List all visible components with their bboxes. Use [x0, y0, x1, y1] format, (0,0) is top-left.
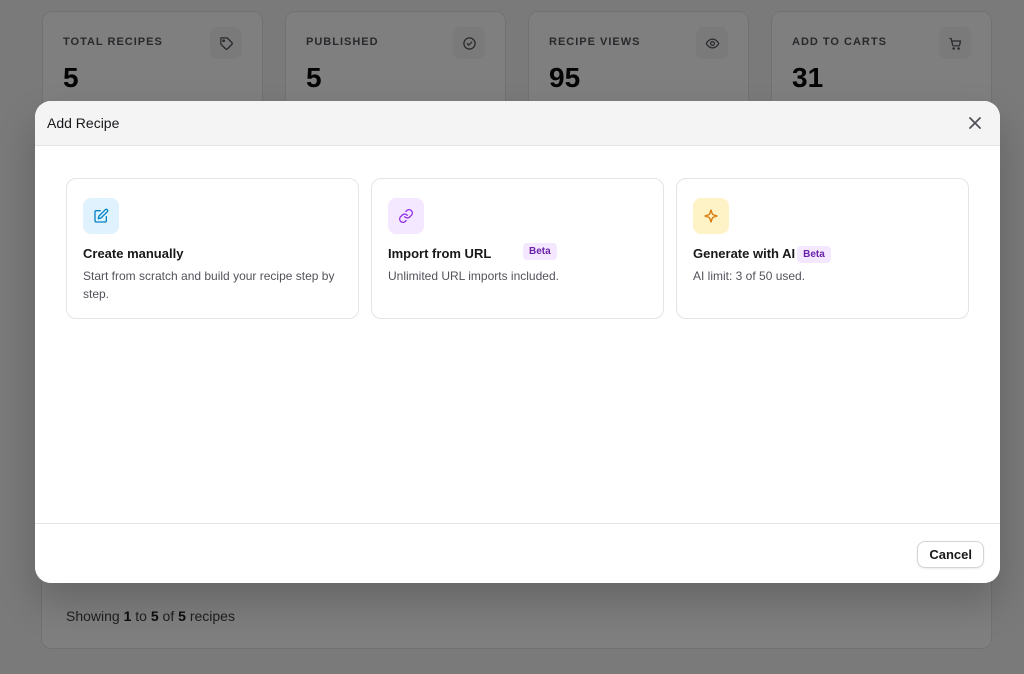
- option-generate-with-ai[interactable]: Generate with AI Beta AI limit: 3 of 50 …: [676, 178, 969, 319]
- option-import-from-url[interactable]: Import from URL Beta Unlimited URL impor…: [371, 178, 664, 319]
- option-title: Generate with AI: [693, 245, 796, 261]
- beta-badge: Beta: [523, 243, 557, 260]
- modal-footer: Cancel: [35, 523, 1000, 583]
- sparkle-icon: [704, 209, 718, 223]
- option-title-row: Generate with AI Beta: [693, 244, 952, 263]
- cancel-button[interactable]: Cancel: [917, 541, 984, 568]
- option-title-row: Import from URL Beta: [388, 243, 647, 262]
- link-icon: [399, 209, 413, 223]
- modal-body: Create manually Start from scratch and b…: [35, 146, 1000, 523]
- option-icon-wrap: [388, 198, 424, 234]
- beta-badge: Beta: [797, 246, 831, 263]
- option-description: AI limit: 3 of 50 used.: [693, 269, 806, 283]
- modal-header: Add Recipe: [35, 101, 1000, 146]
- modal-title: Add Recipe: [47, 115, 120, 131]
- add-recipe-modal: Add Recipe Create manually Start from sc…: [35, 101, 1000, 583]
- option-create-manually[interactable]: Create manually Start from scratch and b…: [66, 178, 359, 319]
- edit-icon: [94, 208, 109, 223]
- option-icon-wrap: [83, 198, 119, 234]
- option-icon-wrap: [693, 198, 729, 234]
- close-icon: [969, 117, 981, 129]
- recipes-page: TOTAL RECIPES 5 PUBLISHED 5 RECIPE VIEWS…: [0, 0, 1024, 674]
- close-button[interactable]: [964, 112, 986, 134]
- recipe-options: Create manually Start from scratch and b…: [66, 178, 969, 319]
- option-description: Start from scratch and build your recipe…: [83, 269, 335, 301]
- option-description: Unlimited URL imports included.: [388, 269, 559, 283]
- option-title: Create manually: [83, 245, 184, 261]
- option-title-row: Create manually: [83, 244, 342, 262]
- option-title: Import from URL: [388, 245, 492, 261]
